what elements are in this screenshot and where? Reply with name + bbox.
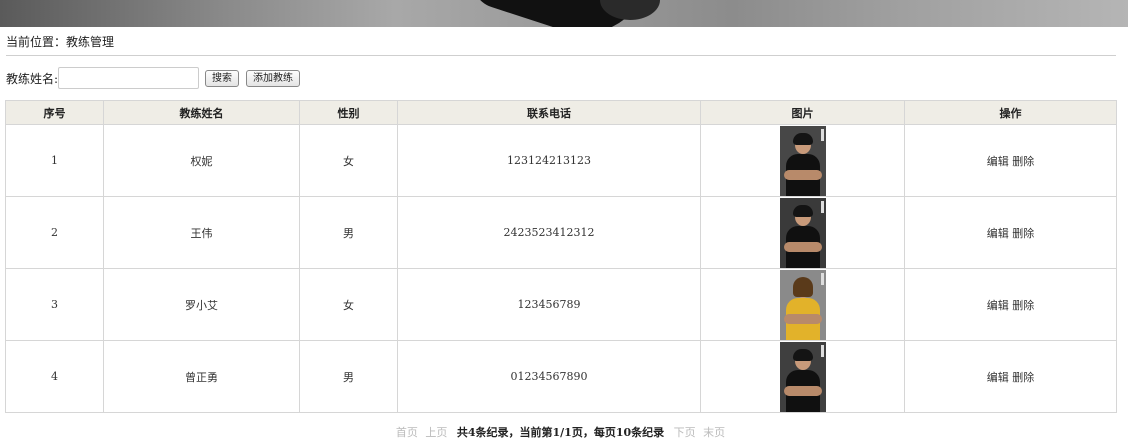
cell-id: 4 [5,340,104,413]
photo-figure-hair [792,348,813,361]
column-header-id: 序号 [5,100,104,125]
cell-actions: 编辑 删除 [904,196,1117,269]
cell-name: 罗小艾 [103,268,300,341]
coach-photo [779,125,826,196]
cell-phone: 01234567890 [397,340,701,413]
cell-id: 3 [5,268,104,341]
delete-link[interactable]: 删除 [1012,227,1034,240]
edit-link[interactable]: 编辑 [987,371,1009,384]
delete-link[interactable]: 删除 [1012,155,1034,168]
column-header-photo: 图片 [700,100,905,125]
cell-gender: 男 [299,340,398,413]
cell-photo [700,268,905,341]
search-bar: 教练姓名: 搜索 添加教练 [6,66,307,90]
edit-link[interactable]: 编辑 [987,299,1009,312]
cell-phone: 123124213123 [397,124,701,197]
pagination: 首页 上页 共4条纪录，当前第1/1页，每页10条纪录 下页 末页 [0,424,1121,440]
breadcrumb-label: 当前位置： [6,35,67,49]
photo-caption-mark [820,128,824,141]
cell-photo [700,340,905,413]
column-header-gender: 性别 [299,100,398,125]
photo-figure-hair [792,276,813,297]
breadcrumb-divider [6,55,1116,56]
coach-name-input[interactable] [58,67,200,89]
edit-link[interactable]: 编辑 [987,155,1009,168]
cell-id: 2 [5,196,104,269]
column-header-actions: 操作 [904,100,1117,125]
coach-photo [779,341,826,412]
photo-figure-arms [783,169,822,180]
table-header-row: 序号 教练姓名 性别 联系电话 图片 操作 [5,100,1117,125]
photo-caption-mark [820,200,824,213]
cell-gender: 女 [299,268,398,341]
cell-photo [700,196,905,269]
cell-photo [700,124,905,197]
delete-link[interactable]: 删除 [1012,371,1034,384]
prev-page-link[interactable]: 上页 [425,426,447,439]
pagination-info: 共4条纪录，当前第1/1页，每页10条纪录 [456,426,665,439]
coach-name-label: 教练姓名: [6,71,59,86]
cell-name: 曾正勇 [103,340,300,413]
table-row: 1 权妮 女 123124213123 编辑 删除 [5,124,1117,197]
cell-phone: 2423523412312 [397,196,701,269]
cell-gender: 女 [299,124,398,197]
edit-link[interactable]: 编辑 [987,227,1009,240]
cell-id: 1 [5,124,104,197]
photo-figure-arms [783,313,822,324]
last-page-link[interactable]: 末页 [703,426,725,439]
photo-figure-arms [783,241,822,252]
search-button[interactable]: 搜索 [205,69,240,87]
cell-gender: 男 [299,196,398,269]
column-header-name: 教练姓名 [103,100,300,125]
photo-figure-hair [792,204,813,217]
cell-name: 权妮 [103,124,300,197]
coach-photo [779,197,826,268]
cell-phone: 123456789 [397,268,701,341]
coach-table: 序号 教练姓名 性别 联系电话 图片 操作 1 权妮 女 12312421312… [5,100,1117,413]
photo-caption-mark [820,272,824,285]
next-page-link[interactable]: 下页 [674,426,696,439]
cell-name: 王伟 [103,196,300,269]
cell-actions: 编辑 删除 [904,340,1117,413]
first-page-link[interactable]: 首页 [396,426,418,439]
photo-figure-arms [783,385,822,396]
cell-actions: 编辑 删除 [904,124,1117,197]
column-header-phone: 联系电话 [397,100,701,125]
cell-actions: 编辑 删除 [904,268,1117,341]
photo-figure-hair [792,132,813,145]
header-banner [0,0,1128,27]
breadcrumb: 当前位置：教练管理 [6,35,114,49]
coach-photo [779,269,826,340]
photo-caption-mark [820,344,824,357]
add-coach-button[interactable]: 添加教练 [246,69,301,87]
table-row: 3 罗小艾 女 123456789 编辑 删除 [5,268,1117,341]
table-row: 2 王伟 男 2423523412312 编辑 删除 [5,196,1117,269]
breadcrumb-current: 教练管理 [66,35,115,49]
delete-link[interactable]: 删除 [1012,299,1034,312]
table-row: 4 曾正勇 男 01234567890 编辑 删除 [5,340,1117,413]
